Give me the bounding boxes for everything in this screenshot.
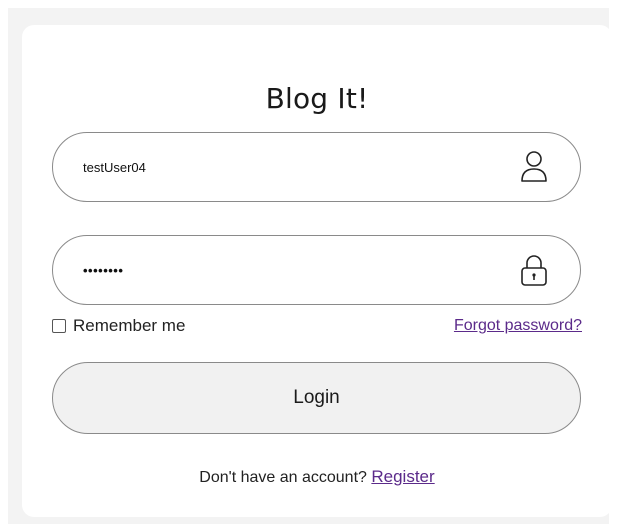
signup-prompt: Don't have an account? Register (22, 467, 612, 487)
forgot-password-link[interactable]: Forgot password? (454, 317, 582, 335)
username-field[interactable]: testUser04 (52, 132, 581, 202)
signup-prompt-text: Don't have an account? (199, 469, 367, 486)
password-value: •••••••• (83, 262, 124, 278)
login-card: Blog It! testUser04 •••••••• Remember me… (22, 25, 612, 517)
remember-me-checkbox[interactable] (52, 319, 66, 333)
remember-me-label: Remember me (73, 316, 186, 335)
app-title: Blog It! (265, 82, 369, 115)
login-button[interactable]: Login (52, 362, 581, 434)
password-field[interactable]: •••••••• (52, 235, 581, 305)
lock-icon (521, 255, 547, 286)
remember-me[interactable]: Remember me (52, 316, 185, 336)
user-icon (521, 151, 547, 182)
register-link[interactable]: Register (371, 467, 434, 486)
username-value: testUser04 (83, 159, 146, 175)
